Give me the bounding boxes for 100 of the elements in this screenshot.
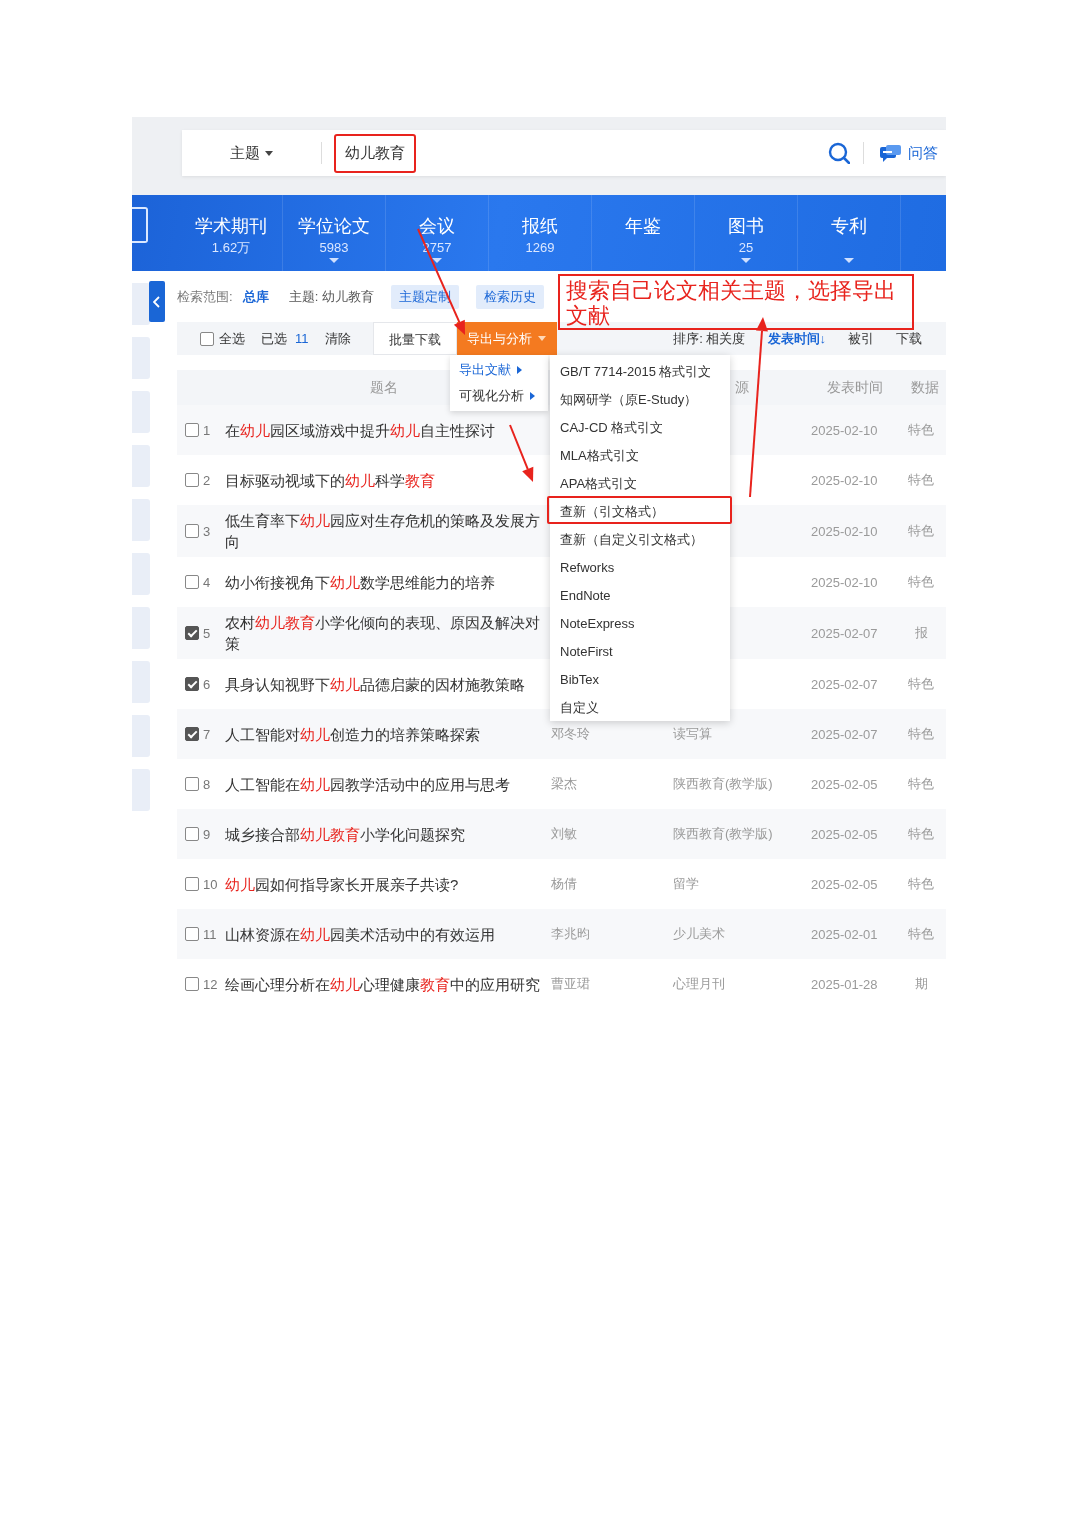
title-link[interactable]: 农村幼儿教育小学化倾向的表现、原因及解决对策: [225, 612, 543, 654]
menu-item[interactable]: 导出文献: [450, 357, 548, 383]
menu-item[interactable]: Refworks: [547, 552, 732, 580]
title-link[interactable]: 人工智能在幼儿园教学活动中的应用与思考: [225, 773, 543, 795]
select-all-checkbox[interactable]: 全选: [200, 329, 245, 348]
checkbox[interactable]: [185, 727, 199, 741]
date-cell-text: 2025-02-01: [811, 926, 879, 942]
checkbox[interactable]: [185, 777, 199, 791]
filter-button[interactable]: 检索历史: [475, 284, 544, 309]
checkbox[interactable]: [185, 927, 199, 941]
row-number: 9: [203, 826, 211, 842]
checkbox[interactable]: [185, 473, 199, 487]
row-number: 11: [203, 926, 217, 942]
collapse-button[interactable]: [149, 281, 165, 322]
nav-tab[interactable]: 图书 25: [695, 195, 798, 271]
sort-option[interactable]: 被引: [848, 329, 874, 348]
search-input[interactable]: 幼儿教育: [334, 133, 416, 173]
date-cell-text: 2025-02-05: [811, 876, 879, 892]
menu-item[interactable]: GB/T 7714-2015 格式引文: [547, 356, 732, 384]
sort-option[interactable]: 下载: [896, 329, 922, 348]
checkbox[interactable]: [185, 977, 199, 991]
title-link[interactable]: 绘画心理分析在幼儿心理健康教育中的应用研究: [225, 973, 543, 995]
nav-tab[interactable]: 专利: [798, 195, 901, 271]
title-link[interactable]: 幼儿园如何指导家长开展亲子共读?: [225, 873, 543, 895]
menu-item[interactable]: BibTex: [547, 664, 732, 692]
triangle-icon: [517, 366, 522, 374]
date-cell-text: 2025-02-07: [811, 726, 879, 742]
database-cell-text: 特色: [907, 421, 935, 439]
title-link[interactable]: 低生育率下幼儿园应对生存危机的策略及发展方向: [225, 510, 543, 552]
nav-item[interactable]: [132, 207, 148, 243]
date-cell-text: 2025-02-10: [811, 523, 879, 539]
checkbox[interactable]: [200, 331, 214, 346]
triangle-icon: [530, 392, 535, 400]
title-link[interactable]: 在幼儿园区域游戏中提升幼儿自主性探讨: [225, 419, 543, 441]
title-link[interactable]: 山林资源在幼儿园美术活动中的有效运用: [225, 923, 543, 945]
database-cell-text: 特色: [907, 925, 935, 943]
menu-item[interactable]: APA格式引文: [547, 468, 732, 496]
checkbox[interactable]: [185, 524, 199, 538]
menu-item[interactable]: 可视化分析: [450, 383, 548, 409]
caret-icon: [536, 334, 547, 343]
checkbox[interactable]: [185, 677, 199, 691]
title-link[interactable]: 人工智能对幼儿创造力的培养策略探索: [225, 723, 543, 745]
batch-download-button[interactable]: 批量下载: [372, 322, 457, 355]
database-cell-text: 特色: [907, 573, 935, 591]
row-number: 4: [203, 574, 211, 590]
nav-tab[interactable]: 报纸 1269: [489, 195, 592, 271]
row-number: 1: [203, 422, 211, 438]
scope-label: 检索范围:: [177, 287, 233, 306]
row-number: 5: [203, 625, 211, 641]
database-cell-text: 特色: [907, 471, 935, 489]
sort-option[interactable]: 发表时间↓: [767, 329, 826, 348]
database-cell-text: 特色: [907, 875, 935, 893]
menu-item[interactable]: NoteFirst: [547, 636, 732, 664]
chevron-left-icon: [153, 295, 161, 308]
sidebar-item[interactable]: [132, 283, 150, 325]
title-link[interactable]: 目标驱动视域下的幼儿科学教育: [225, 469, 543, 491]
column-header: 发表时间: [825, 378, 884, 397]
date-cell-text: 2025-02-10: [811, 574, 879, 590]
menu-item[interactable]: MLA格式引文: [547, 440, 732, 468]
title-link[interactable]: 具身认知视野下幼儿品德启蒙的因材施教策略: [225, 673, 543, 695]
search-icon[interactable]: [828, 142, 850, 164]
database-cell-text: 特色: [907, 725, 935, 743]
row-number: 12: [203, 976, 218, 992]
checkbox[interactable]: [185, 626, 199, 640]
selected-label: 已选: [261, 329, 287, 348]
menu-item[interactable]: 自定义: [547, 692, 732, 720]
nav-tab[interactable]: 学术期刊 1.62万: [180, 195, 283, 271]
column-header: 题名: [370, 379, 398, 395]
database-cell-text: 报: [913, 624, 929, 642]
row-number: 3: [203, 523, 211, 539]
database-cell-text: 特色: [907, 825, 935, 843]
menu-item[interactable]: EndNote: [547, 580, 732, 608]
database-cell-text: 特色: [907, 775, 935, 793]
field-selector[interactable]: 主题: [230, 143, 274, 163]
row-number: 2: [203, 472, 211, 488]
date-cell-text: 2025-02-05: [811, 826, 879, 842]
nav-tab[interactable]: 学位论文 5983: [283, 195, 386, 271]
checkbox[interactable]: [185, 877, 199, 891]
menu-item[interactable]: 查新（引文格式）: [547, 496, 732, 524]
menu-item[interactable]: 知网研学（原E-Study）: [547, 384, 732, 412]
title-link[interactable]: 幼小衔接视角下幼儿数学思维能力的培养: [225, 571, 543, 593]
menu-item[interactable]: NoteExpress: [547, 608, 732, 636]
database-cell-text: 特色: [907, 675, 935, 693]
scope-link[interactable]: 总库: [242, 287, 269, 306]
row-number: 8: [203, 776, 211, 792]
row-number: 6: [203, 676, 211, 692]
qa-button[interactable]: 问答: [879, 143, 938, 163]
menu-item[interactable]: CAJ-CD 格式引文: [547, 412, 732, 440]
menu-item[interactable]: 查新（自定义引文格式）: [547, 524, 732, 552]
checkbox[interactable]: [185, 575, 199, 589]
clear-link[interactable]: 清除: [324, 329, 351, 348]
sort-label: 排序: 相关度: [673, 329, 746, 348]
nav-tab[interactable]: 年鉴: [592, 195, 695, 271]
checkbox[interactable]: [185, 423, 199, 437]
annotation-arrow: [509, 424, 534, 482]
annotation-callout: 搜索自己论文相关主题，选择导出文献: [558, 274, 914, 330]
title-link[interactable]: 城乡接合部幼儿教育小学化问题探究: [225, 823, 543, 845]
checkbox[interactable]: [185, 827, 199, 841]
chat-icon: [879, 143, 902, 163]
selected-count: 11: [295, 331, 309, 346]
